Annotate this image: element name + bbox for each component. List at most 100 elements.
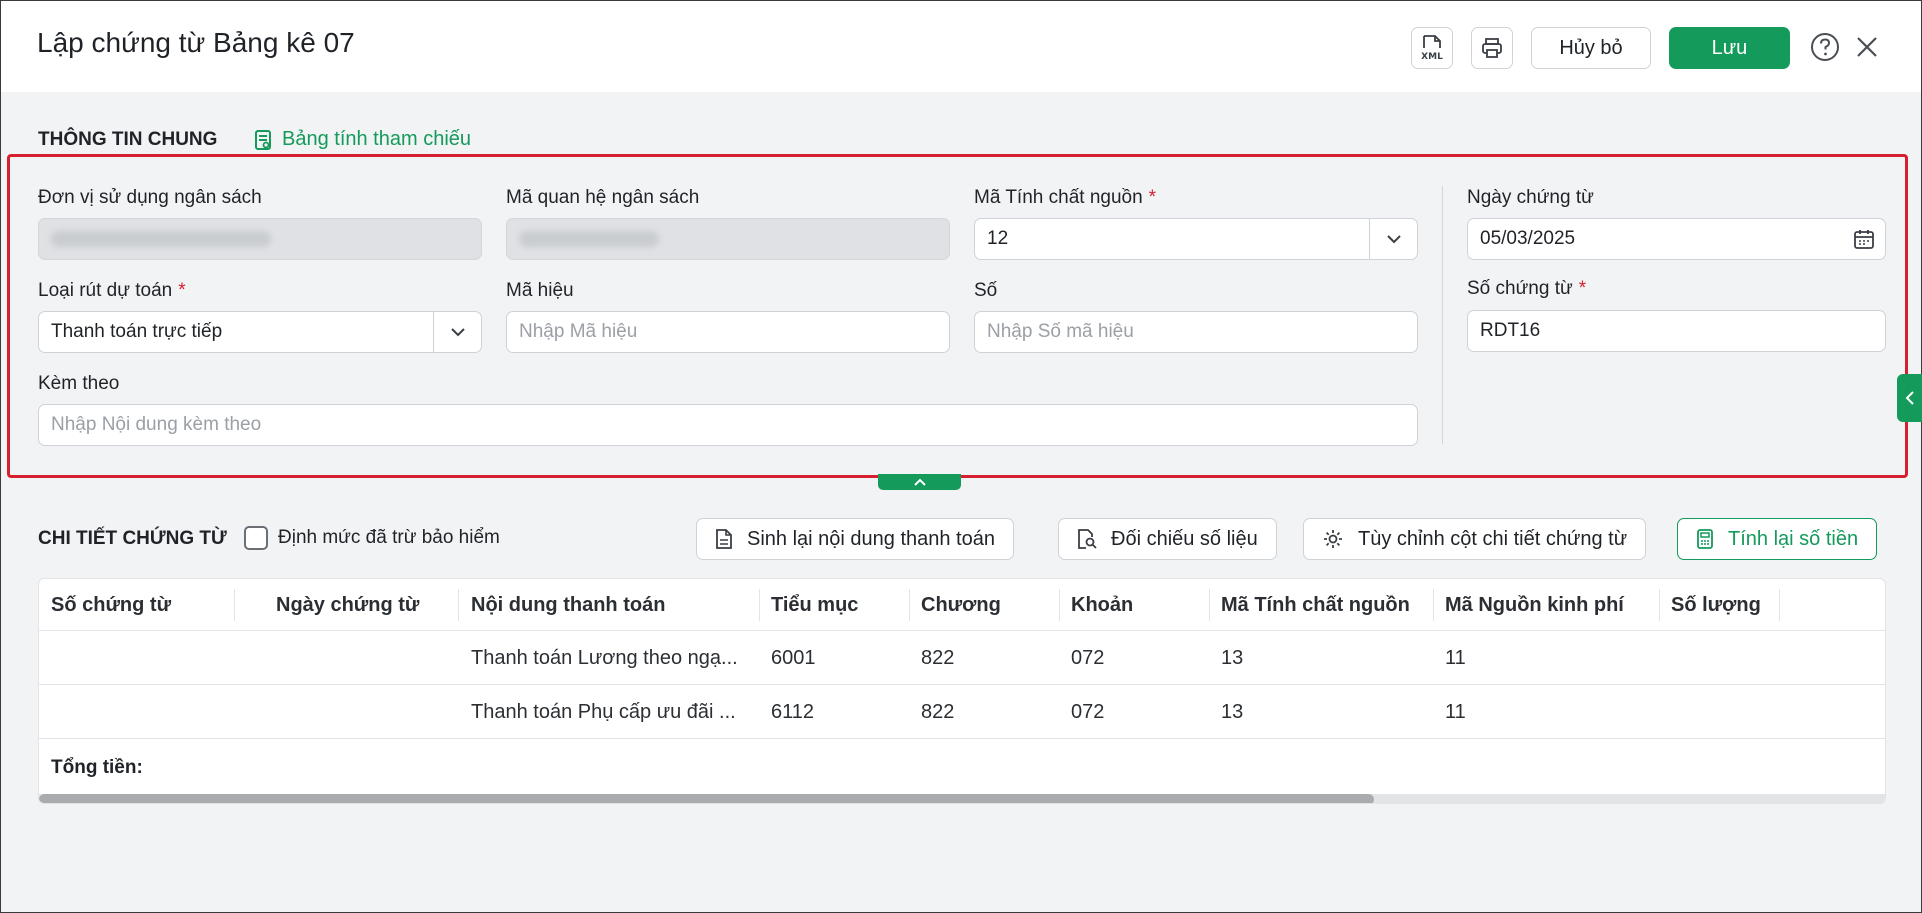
export-xml-button[interactable]: XML — [1411, 27, 1453, 69]
table-cell: 6001 — [771, 646, 816, 669]
table-cell — [1659, 631, 1779, 685]
column-header[interactable]: Mã Tính chất nguồn — [1209, 579, 1446, 631]
ma-hieu-label: Mã hiệu — [506, 280, 574, 301]
chevron-down-icon[interactable] — [433, 312, 481, 352]
table-cell: 072 — [1071, 646, 1105, 669]
ma-hieu-placeholder: Nhập Mã hiệu — [519, 321, 638, 342]
table-cell: 13 — [1221, 700, 1244, 723]
reference-link-label: Bảng tính tham chiếu — [282, 128, 472, 150]
scrollbar-thumb[interactable] — [39, 794, 1374, 803]
column-header[interactable]: Mã Nguồn kinh phí — [1433, 579, 1658, 631]
table-cell: 822 — [921, 646, 955, 669]
so-input[interactable]: Nhập Số mã hiệu — [974, 311, 1418, 353]
customize-label: Tùy chỉnh cột chi tiết chứng từ — [1358, 527, 1628, 550]
recalculate-label: Tính lại số tiền — [1728, 527, 1859, 550]
kem-theo-label: Kèm theo — [38, 373, 120, 394]
customize-columns-button[interactable]: Tùy chỉnh cột chi tiết chứng từ — [1303, 518, 1647, 560]
blurred-value — [519, 231, 659, 247]
ngay-chung-tu-label: Ngày chứng từ — [1467, 187, 1594, 208]
printer-icon — [1482, 38, 1502, 58]
table-cell: Thanh toán Phụ cấp ưu đãi ... — [471, 700, 736, 723]
document-search-icon — [1078, 529, 1097, 549]
ma-qhns-label: Mã quan hệ ngân sách — [506, 187, 700, 208]
table-cell — [39, 631, 234, 685]
ngay-chung-tu-value: 05/03/2025 — [1480, 228, 1576, 249]
table-cell: 6112 — [771, 700, 815, 723]
table-cell: 11 — [1445, 700, 1466, 723]
ma-hieu-input[interactable]: Nhập Mã hiệu — [506, 311, 950, 353]
detail-section-title: CHI TIẾT CHỨNG TỪ — [38, 528, 227, 549]
regenerate-content-button[interactable]: Sinh lại nội dung thanh toán — [696, 518, 1014, 560]
column-header[interactable]: Chương — [909, 579, 1059, 631]
reconcile-label: Đối chiếu số liệu — [1111, 527, 1258, 550]
table-cell — [234, 685, 459, 739]
collapse-section-button[interactable] — [878, 474, 961, 490]
dialog-title: Lập chứng từ Bảng kê 07 — [37, 27, 355, 58]
dialog-header: Lập chứng từ Bảng kê 07 XML Hủy bỏ Lưu — [1, 1, 1921, 92]
chevron-up-icon — [913, 478, 926, 486]
checkbox-label: Định mức đã trừ bảo hiểm — [278, 527, 500, 548]
close-icon[interactable] — [1849, 29, 1885, 65]
save-button[interactable]: Lưu — [1669, 27, 1790, 69]
general-section-title: THÔNG TIN CHUNG — [38, 129, 218, 150]
column-header[interactable]: Khoản — [1059, 579, 1209, 631]
table-row[interactable]: Thanh toán Lương theo ngạ... 6001 822 07… — [39, 631, 1885, 685]
recalculate-button[interactable]: Tính lại số tiền — [1677, 518, 1878, 560]
document-icon — [716, 529, 732, 549]
table-cell — [234, 631, 459, 685]
ngay-chung-tu-field[interactable]: 05/03/2025 — [1467, 218, 1886, 260]
dialog-window: Lập chứng từ Bảng kê 07 XML Hủy bỏ Lưu T… — [0, 0, 1922, 913]
insurance-deducted-checkbox[interactable]: Định mức đã trừ bảo hiểm — [244, 526, 500, 550]
column-header[interactable]: Tiểu mục — [759, 579, 909, 631]
so-chung-tu-value: RDT16 — [1480, 320, 1541, 341]
table-header: Số chứng từ Ngày chứng từ Nội dung thanh… — [39, 579, 1885, 631]
so-chung-tu-input[interactable]: RDT16 — [1467, 310, 1886, 352]
kem-theo-placeholder: Nhập Nội dung kèm theo — [51, 414, 262, 435]
table-cell — [39, 685, 234, 739]
so-label: Số — [974, 280, 998, 301]
column-header[interactable]: Nội dung thanh toán — [459, 579, 759, 631]
don-vi-label: Đơn vị sử dụng ngân sách — [38, 187, 262, 208]
tinh-chat-nguon-label: Mã Tính chất nguồn * — [974, 187, 1157, 208]
horizontal-scrollbar[interactable] — [39, 794, 1885, 803]
print-button[interactable] — [1471, 27, 1513, 69]
table-cell: 822 — [921, 700, 955, 723]
gear-icon — [1324, 530, 1342, 548]
ma-qhns-field — [506, 218, 950, 260]
reconcile-button[interactable]: Đối chiếu số liệu — [1058, 518, 1277, 560]
total-label: Tổng tiền: — [51, 757, 143, 778]
so-placeholder: Nhập Số mã hiệu — [987, 321, 1134, 342]
kem-theo-input[interactable]: Nhập Nội dung kèm theo — [38, 404, 1418, 446]
column-header[interactable]: Ngày chứng từ — [264, 579, 464, 631]
chevron-down-icon[interactable] — [1369, 219, 1417, 259]
table-cell: 072 — [1071, 700, 1105, 723]
column-divider — [1442, 186, 1443, 444]
tinh-chat-nguon-value: 12 — [987, 228, 1009, 249]
column-header[interactable]: Số chứng từ — [39, 579, 234, 631]
chevron-left-icon — [1905, 391, 1914, 405]
reference-sheet-link[interactable]: Bảng tính tham chiếu — [254, 128, 471, 151]
calculator-icon — [1697, 529, 1713, 549]
column-header[interactable]: Số lượng — [1659, 579, 1779, 631]
loai-rut-select[interactable]: Thanh toán trực tiếp — [38, 311, 482, 353]
detail-table: Số chứng từ Ngày chứng từ Nội dung thanh… — [38, 578, 1886, 804]
spreadsheet-icon — [255, 129, 271, 150]
side-panel-toggle[interactable] — [1897, 374, 1922, 422]
table-cell: 13 — [1221, 646, 1244, 669]
table-cell: Thanh toán Lương theo ngạ... — [471, 646, 738, 669]
so-chung-tu-label: Số chứng từ * — [1467, 278, 1587, 299]
help-icon[interactable] — [1807, 29, 1843, 65]
regenerate-label: Sinh lại nội dung thanh toán — [747, 527, 995, 550]
svg-text:XML: XML — [1421, 52, 1443, 62]
table-row[interactable]: Thanh toán Phụ cấp ưu đãi ... 6112 822 0… — [39, 685, 1885, 739]
calendar-icon[interactable] — [1853, 228, 1875, 250]
loai-rut-label: Loại rút dự toán * — [38, 280, 186, 301]
don-vi-field — [38, 218, 482, 260]
blurred-value — [51, 231, 271, 247]
tinh-chat-nguon-select[interactable]: 12 — [974, 218, 1418, 260]
checkbox-box[interactable] — [244, 526, 268, 550]
table-cell: 11 — [1445, 646, 1466, 669]
xml-file-icon: XML — [1421, 35, 1443, 62]
table-cell — [1659, 685, 1779, 739]
cancel-button[interactable]: Hủy bỏ — [1531, 27, 1651, 69]
